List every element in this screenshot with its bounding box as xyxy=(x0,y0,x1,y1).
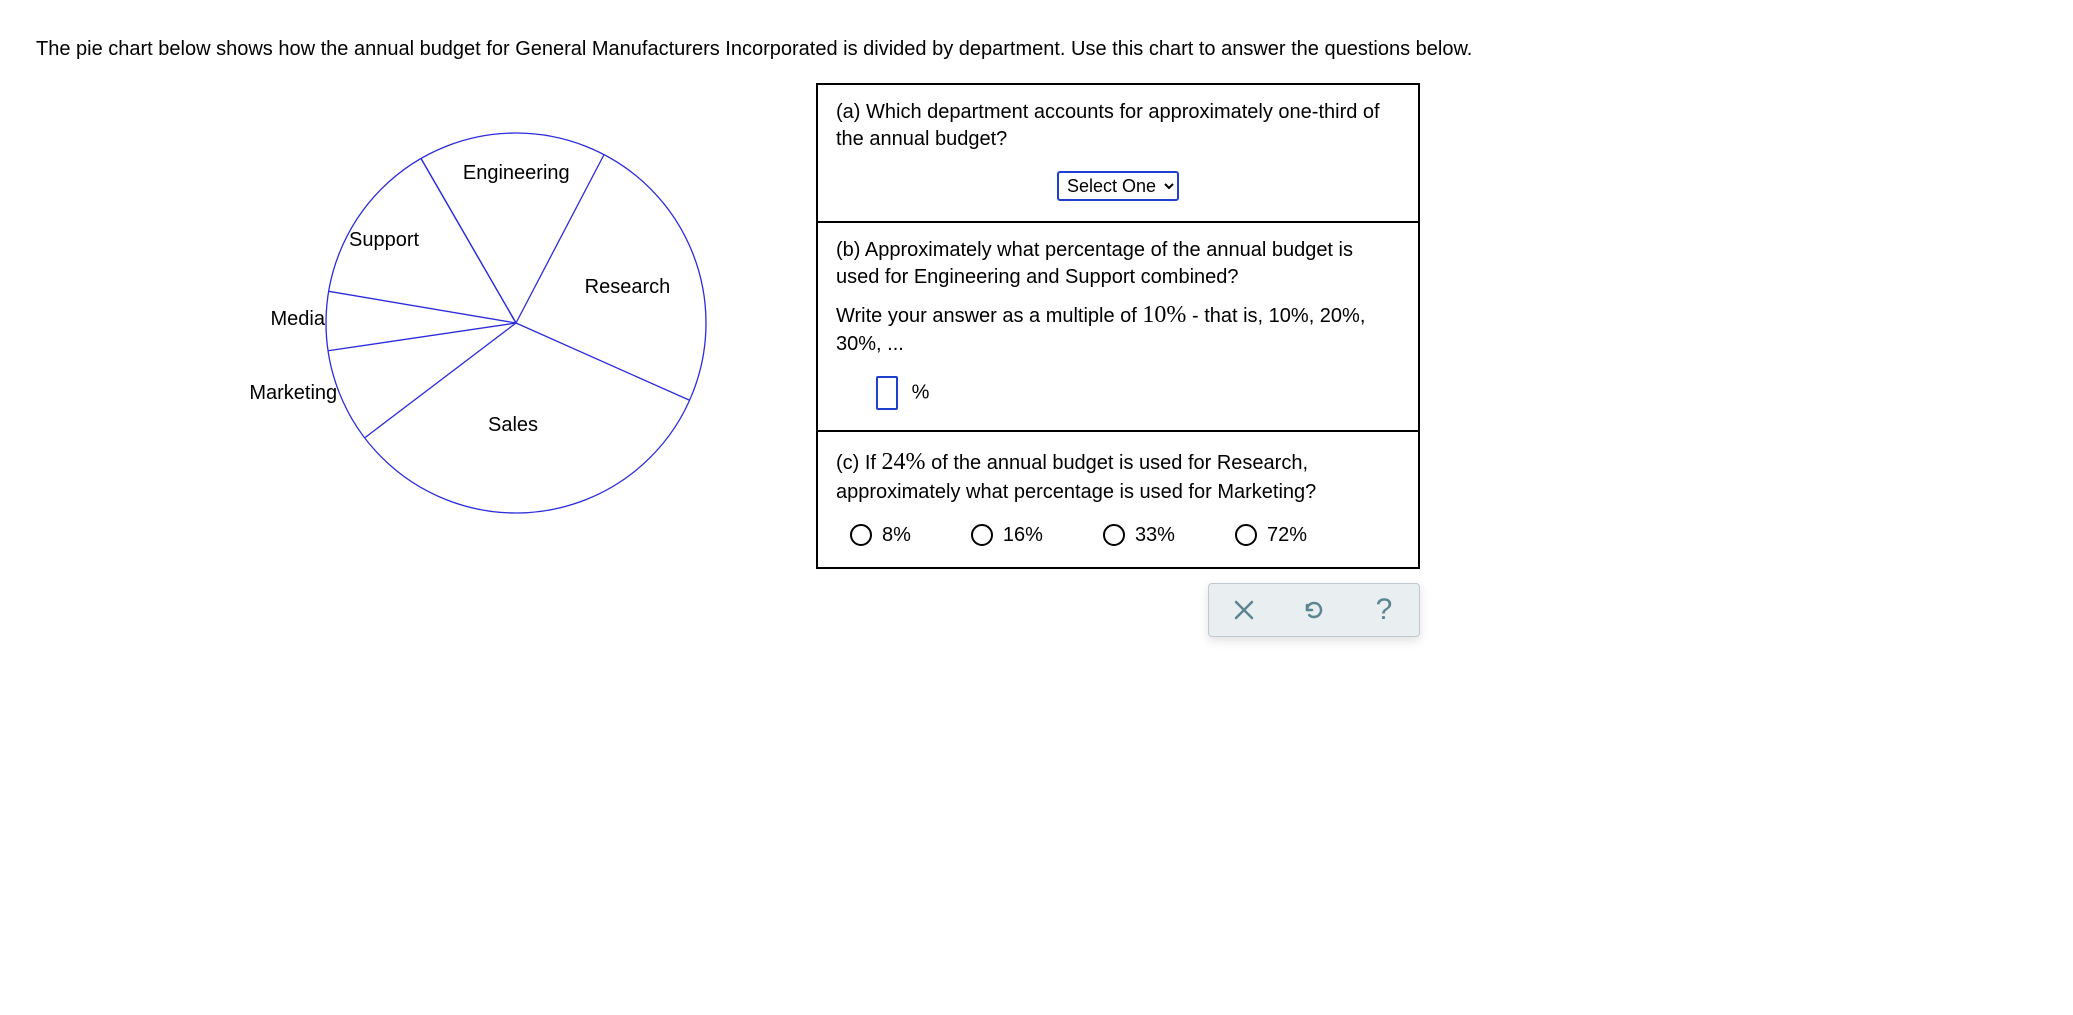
question-a-select[interactable]: Select One xyxy=(1057,171,1179,201)
question-b-text: (b) Approximately what percentage of the… xyxy=(836,237,1400,291)
radio-icon xyxy=(1103,524,1125,546)
slice-label-research: Research xyxy=(585,277,671,297)
slice-label-sales: Sales xyxy=(488,415,538,435)
close-icon xyxy=(1232,598,1256,622)
slice-label-engineering: Engineering xyxy=(463,163,570,183)
question-c-option-1[interactable]: 16% xyxy=(971,524,1043,547)
control-bar: ? xyxy=(1208,583,1420,637)
question-c-option-3[interactable]: 72% xyxy=(1235,524,1307,547)
question-c-text: (c) If 24% of the annual budget is used … xyxy=(836,446,1400,505)
question-mark-icon: ? xyxy=(1376,595,1393,625)
question-c-option-2[interactable]: 33% xyxy=(1103,524,1175,547)
question-a: (a) Which department accounts for approx… xyxy=(818,85,1418,223)
slice-label-marketing: Marketing xyxy=(249,383,337,403)
question-b-hint: Write your answer as a multiple of 10% -… xyxy=(836,299,1400,358)
slice-label-media: Media xyxy=(271,309,325,329)
radio-icon xyxy=(971,524,993,546)
pie-chart: EngineeringResearchSalesMarketingMediaSu… xyxy=(306,113,726,533)
question-c-option-label: 33% xyxy=(1135,524,1175,547)
reset-button[interactable] xyxy=(1284,588,1344,632)
percent-unit: % xyxy=(912,382,930,404)
radio-icon xyxy=(1235,524,1257,546)
radio-icon xyxy=(850,524,872,546)
slice-label-support: Support xyxy=(349,230,419,250)
clear-button[interactable] xyxy=(1214,588,1274,632)
question-a-text: (a) Which department accounts for approx… xyxy=(836,99,1400,153)
question-c-option-label: 72% xyxy=(1267,524,1307,547)
question-c-option-label: 8% xyxy=(882,524,911,547)
question-c-option-0[interactable]: 8% xyxy=(850,524,911,547)
help-button[interactable]: ? xyxy=(1354,588,1414,632)
question-box: (a) Which department accounts for approx… xyxy=(816,83,1420,569)
undo-icon xyxy=(1302,598,1326,622)
question-b-input[interactable] xyxy=(876,376,898,410)
question-c: (c) If 24% of the annual budget is used … xyxy=(818,432,1418,566)
question-b: (b) Approximately what percentage of the… xyxy=(818,223,1418,432)
question-c-option-label: 16% xyxy=(1003,524,1043,547)
intro-text: The pie chart below shows how the annual… xyxy=(36,36,2037,63)
